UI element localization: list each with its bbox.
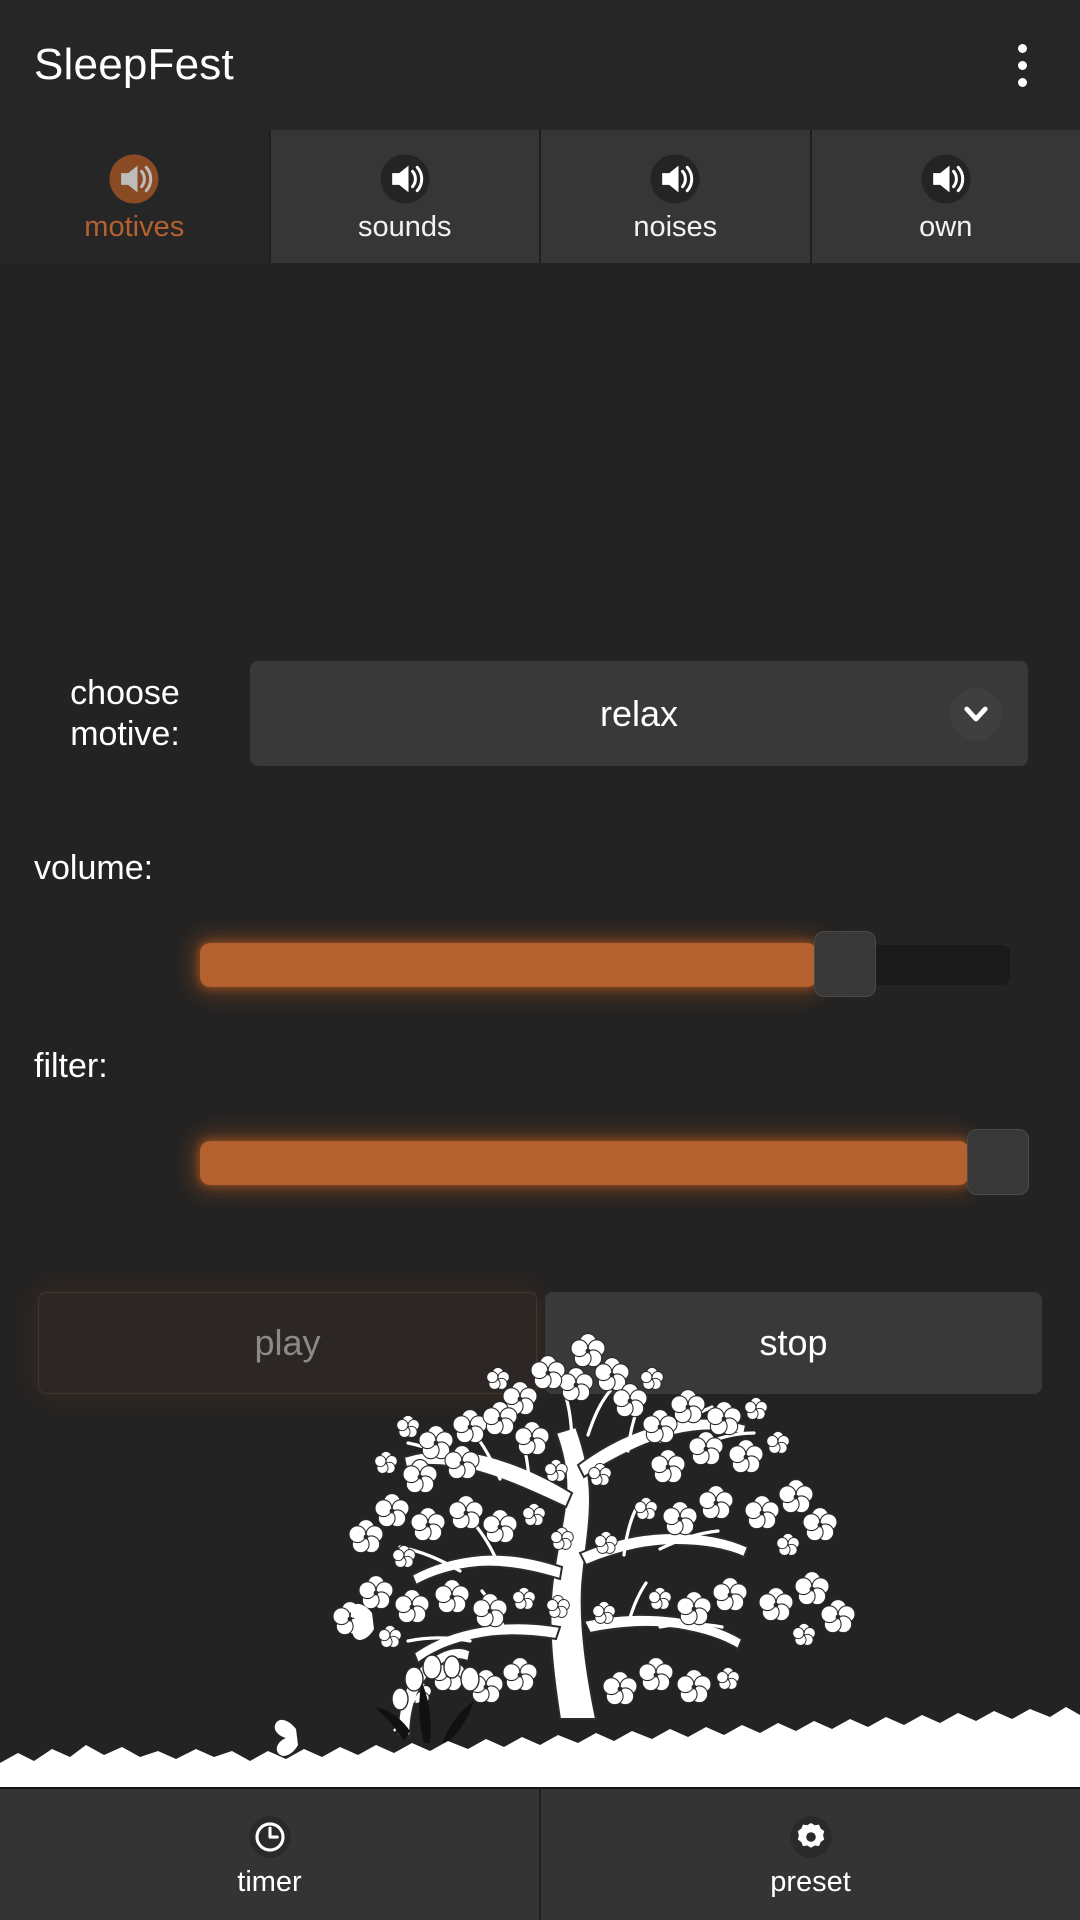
tab-sounds[interactable]: sounds (270, 130, 541, 263)
volume-fill (200, 943, 817, 987)
filter-thumb[interactable] (967, 1129, 1029, 1195)
dot (1017, 77, 1027, 87)
choose-motive-label: choose motive: (0, 673, 250, 753)
bottom-item-label: preset (770, 1866, 851, 1898)
filter-control: filter: (0, 1049, 1080, 1195)
page-title: SleepFest (34, 40, 234, 89)
choose-motive-label-line1: choose (70, 674, 180, 713)
tab-label: motives (84, 211, 185, 243)
volume-control: volume: (0, 851, 1080, 997)
transport-controls: play stop (38, 1292, 1042, 1394)
stop-button[interactable]: stop (545, 1292, 1042, 1394)
choose-motive-label-line2: motive: (70, 714, 180, 753)
filter-slider[interactable] (0, 1129, 1080, 1195)
titlebar: SleepFest (0, 0, 1080, 130)
bottom-item-timer[interactable]: timer (0, 1789, 541, 1920)
filter-label: filter: (34, 1047, 108, 1085)
more-vert-icon[interactable] (992, 25, 1052, 105)
motive-select-value: relax (599, 692, 679, 734)
tab-label: sounds (357, 211, 452, 243)
dot (1017, 43, 1027, 53)
tab-label: noises (633, 211, 718, 243)
chevron-down-icon[interactable] (950, 687, 1002, 740)
cherry-blossom-tree-illustration (0, 1127, 1080, 1787)
volume-icon (918, 151, 974, 207)
bottom-item-preset[interactable]: preset (541, 1789, 1080, 1920)
dot (1017, 60, 1027, 70)
tab-motives[interactable]: motives (0, 130, 271, 263)
gear-icon (786, 1812, 836, 1862)
volume-label: volume: (34, 849, 154, 887)
volume-icon (647, 151, 703, 207)
volume-thumb[interactable] (814, 931, 876, 997)
filter-fill (200, 1141, 969, 1185)
volume-slider[interactable] (0, 931, 1080, 997)
bottom-item-label: timer (237, 1866, 302, 1898)
tabbar: motives sounds noises own (0, 130, 1080, 263)
bottombar: timer preset (0, 1787, 1080, 1920)
play-button[interactable]: play (38, 1292, 537, 1394)
choose-motive-row: choose motive: relax (0, 661, 1080, 766)
app-root: SleepFest motives sounds noises own choo… (0, 0, 1080, 1920)
main-content: choose motive: relax volume: filter: pla… (0, 263, 1080, 1787)
motive-select[interactable]: relax (250, 661, 1028, 766)
tab-noises[interactable]: noises (541, 130, 812, 263)
clock-icon (245, 1812, 295, 1862)
volume-icon (377, 151, 433, 207)
tab-label: own (919, 211, 973, 243)
volume-icon (106, 151, 162, 207)
tab-own[interactable]: own (811, 130, 1080, 263)
